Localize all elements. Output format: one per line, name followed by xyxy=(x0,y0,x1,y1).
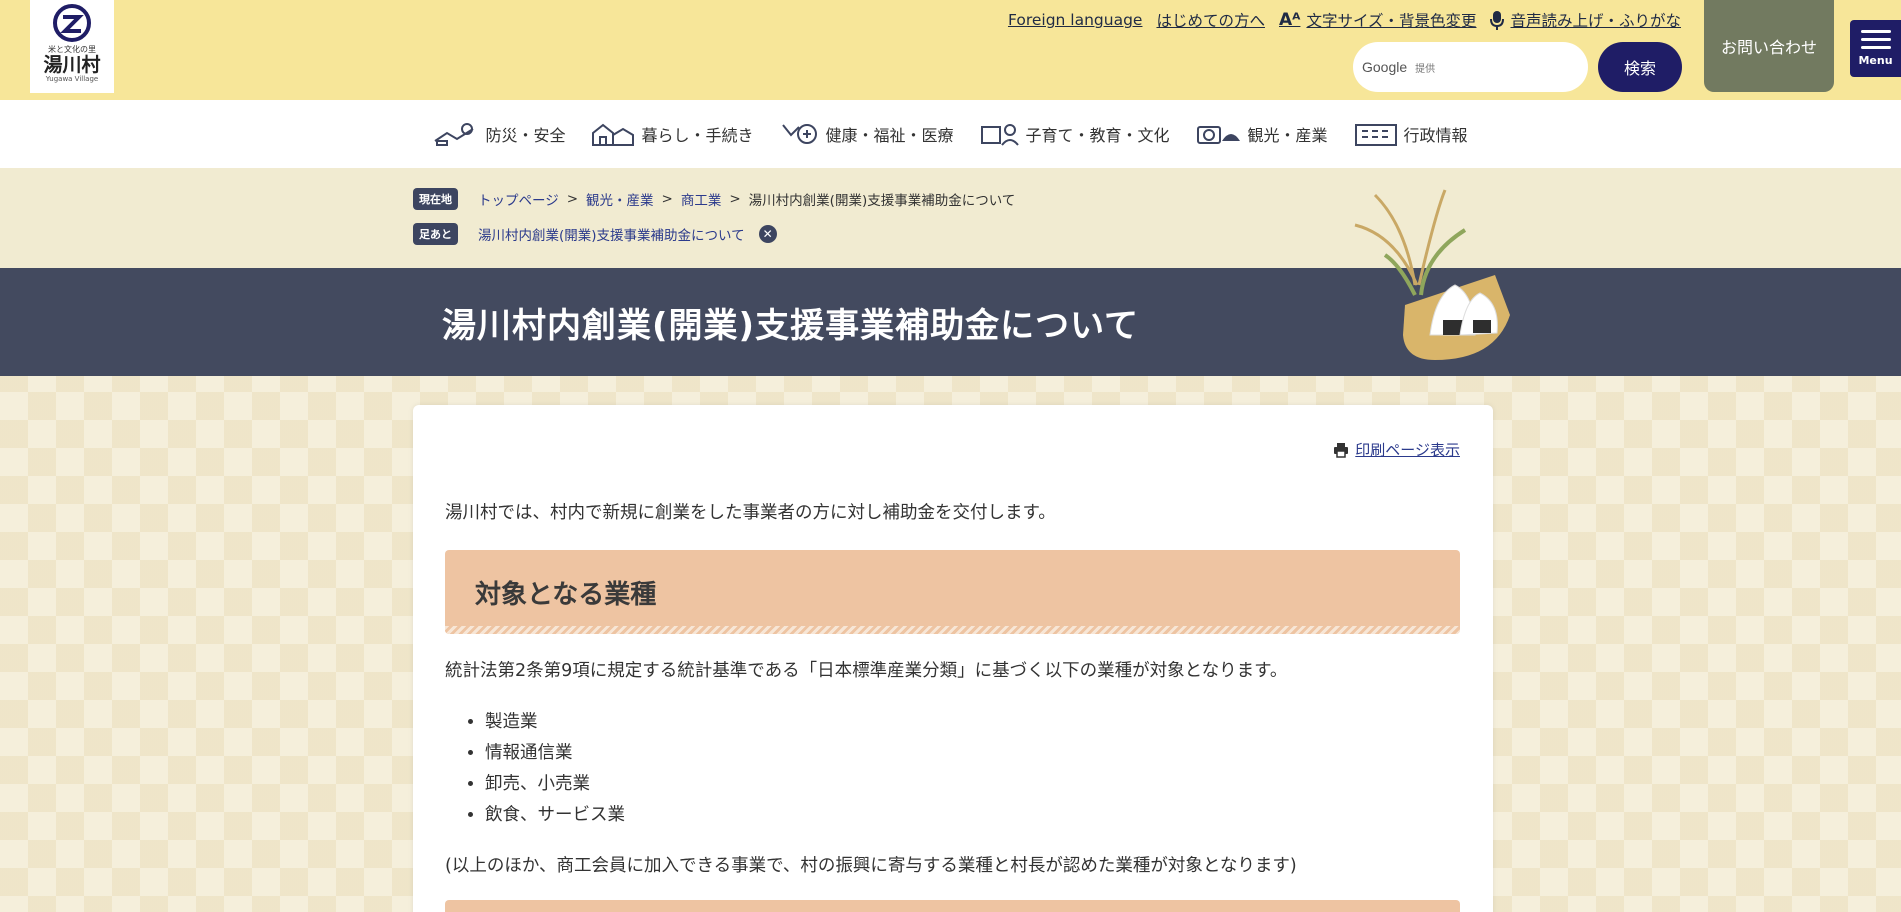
nav-label: 健康・福祉・医療 xyxy=(825,126,954,145)
hamburger-icon xyxy=(1860,30,1891,50)
text-size-label: 文字サイズ・背景色変更 xyxy=(1306,12,1477,30)
search-brand: Google xyxy=(1362,59,1408,75)
history-link[interactable]: 湯川村内創業(開業)支援事業補助金について xyxy=(478,224,745,244)
breadcrumb-separator: > xyxy=(729,191,741,207)
heading-stripe xyxy=(445,626,1460,634)
nav-label: 防災・安全 xyxy=(485,126,566,145)
industry-list: 製造業 情報通信業 卸売、小売業 飲食、サービス業 xyxy=(485,707,625,831)
contact-label: お問い合わせ xyxy=(1720,38,1817,57)
close-icon[interactable]: ✕ xyxy=(758,225,777,243)
breadcrumb-link-commerce[interactable]: 商工業 xyxy=(681,189,722,209)
site-header: 米と文化の里 湯川村 Yugawa Village Foreign langua… xyxy=(0,0,1901,100)
logo-name-en: Yugawa Village xyxy=(45,75,99,83)
nav-item-living[interactable]: 暮らし・手続き xyxy=(591,121,753,147)
first-visit-label: はじめての方へ xyxy=(1156,12,1265,30)
nav-label: 暮らし・手続き xyxy=(641,126,754,145)
site-search: Google 提供 xyxy=(1353,42,1588,92)
contact-button[interactable]: お問い合わせ xyxy=(1704,0,1834,92)
list-item: 飲食、サービス業 xyxy=(485,800,625,831)
next-section-heading xyxy=(445,900,1460,912)
foreign-language-link[interactable]: Foreign language xyxy=(1008,11,1142,29)
health-icon xyxy=(782,124,818,144)
site-logo[interactable]: 米と文化の里 湯川村 Yugawa Village xyxy=(30,0,114,93)
breadcrumb-area: 現在地 トップページ > 観光・産業 > 商工業 > 湯川村内創業(開業)支援事… xyxy=(0,168,1901,268)
current-location-tag: 現在地 xyxy=(413,188,458,210)
print-link-wrap: 印刷ページ表示 xyxy=(1333,439,1460,460)
nav-label: 子育て・教育・文化 xyxy=(1025,126,1170,145)
logo-name: 湯川村 xyxy=(43,54,101,76)
voice-reading-link[interactable]: 音声読み上げ・ふりがな xyxy=(1490,9,1681,31)
intro-text: 湯川村では、村内で新規に創業をした事業者の方に対し補助金を交付します。 xyxy=(445,503,1056,523)
nav-item-government[interactable]: 行政情報 xyxy=(1354,121,1468,147)
first-visit-link[interactable]: はじめての方へ xyxy=(1156,9,1265,31)
list-item: 情報通信業 xyxy=(485,738,625,769)
breadcrumb-separator: > xyxy=(566,191,579,207)
content-card: 印刷ページ表示 湯川村では、村内で新規に創業をした事業者の方に対し補助金を交付し… xyxy=(413,405,1493,912)
breadcrumb-link-tourism[interactable]: 観光・産業 xyxy=(586,189,654,209)
text-size-icon: Aᴬ xyxy=(1278,10,1301,30)
nav-item-education[interactable]: 子育て・教育・文化 xyxy=(980,121,1170,147)
section-heading: 対象となる業種 xyxy=(445,550,1460,634)
nav-item-tourism[interactable]: 観光・産業 xyxy=(1196,121,1328,147)
list-item: 製造業 xyxy=(485,707,625,738)
utility-links: Foreign language はじめての方へ Aᴬ 文字サイズ・背景色変更 … xyxy=(1008,9,1681,31)
microphone-icon xyxy=(1490,11,1505,30)
village-emblem-icon xyxy=(53,4,91,42)
rice-onigiri-illustration xyxy=(1354,189,1510,360)
text-size-link[interactable]: Aᴬ 文字サイズ・背景色変更 xyxy=(1279,9,1477,31)
breadcrumb-current: 湯川村内創業(開業)支援事業補助金について xyxy=(748,193,1016,209)
menu-button[interactable]: Menu xyxy=(1850,20,1901,77)
nav-label: 行政情報 xyxy=(1403,126,1468,145)
global-nav: 防災・安全 暮らし・手続き 健康・福祉・医療 子育て・教育・文化 観光・産業 行… xyxy=(0,100,1901,168)
disaster-safety-icon xyxy=(434,123,474,146)
tourism-icon xyxy=(1196,126,1240,144)
section-note: (以上のほか、商工会員に加入できる事業で、村の振興に寄与する業種と村長が認めた業… xyxy=(445,856,1297,876)
foreign-language-label: Foreign language xyxy=(1007,11,1143,29)
title-band: 湯川村内創業(開業)支援事業補助金について xyxy=(0,268,1901,376)
page-title: 湯川村内創業(開業)支援事業補助金について xyxy=(442,306,1140,346)
section-heading-text: 対象となる業種 xyxy=(475,580,657,610)
breadcrumb-link-top[interactable]: トップページ xyxy=(478,189,559,209)
nav-item-disaster-safety[interactable]: 防災・安全 xyxy=(433,121,565,147)
menu-label: Menu xyxy=(1858,54,1893,67)
section-description: 統計法第2条第9項に規定する統計基準である「日本標準産業分類」に基づく以下の業種… xyxy=(445,661,1288,681)
search-button[interactable]: 検索 xyxy=(1598,42,1682,92)
print-page-link[interactable]: 印刷ページ表示 xyxy=(1355,439,1460,460)
footprint-history: 足あと 湯川村内創業(開業)支援事業補助金について ✕ xyxy=(413,223,777,245)
voice-reading-label: 音声読み上げ・ふりがな xyxy=(1510,12,1681,30)
education-icon xyxy=(980,124,1019,146)
breadcrumb-separator: > xyxy=(661,191,673,207)
nav-label: 観光・産業 xyxy=(1247,126,1328,145)
breadcrumb: 現在地 トップページ > 観光・産業 > 商工業 > 湯川村内創業(開業)支援事… xyxy=(413,188,1015,210)
living-icon xyxy=(592,123,635,146)
government-icon xyxy=(1354,124,1397,146)
history-tag: 足あと xyxy=(413,223,458,245)
nav-item-health[interactable]: 健康・福祉・医療 xyxy=(779,121,954,147)
printer-icon xyxy=(1334,442,1349,458)
search-input[interactable] xyxy=(1433,52,1573,82)
list-item: 卸売、小売業 xyxy=(485,769,625,800)
